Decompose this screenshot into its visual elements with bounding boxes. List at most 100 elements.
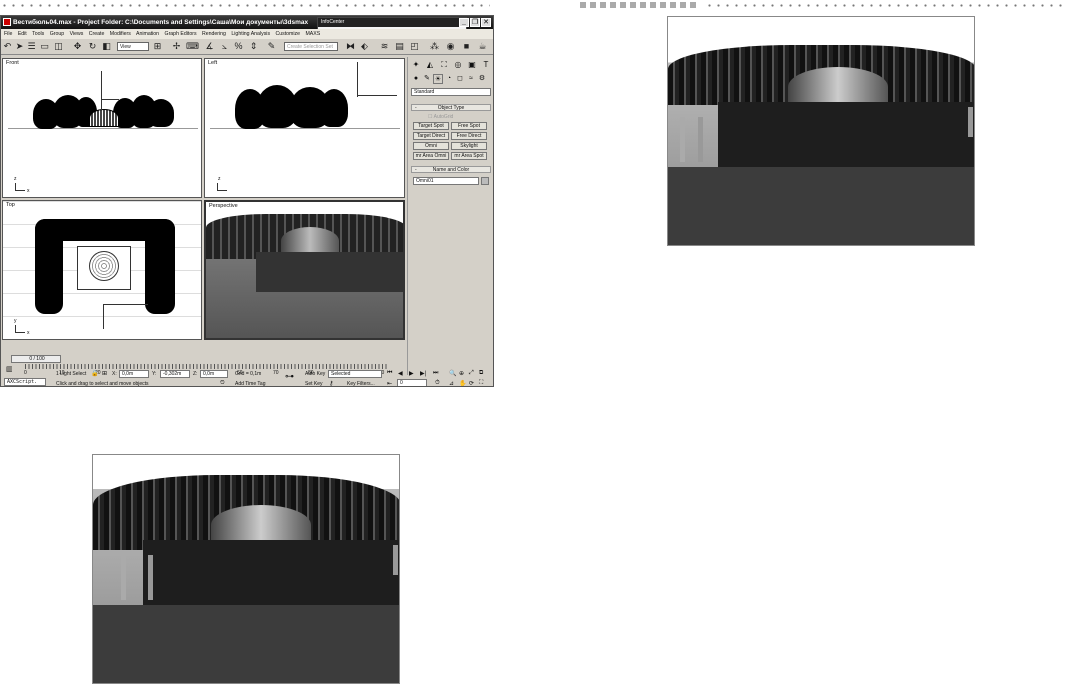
geometry-icon[interactable]: ● xyxy=(411,74,421,84)
manipulate-icon[interactable]: ✢ xyxy=(171,41,182,52)
field-of-view-icon[interactable]: ⊿ xyxy=(449,380,454,386)
mr-area-spot-button[interactable]: mr Area Spot xyxy=(451,152,487,160)
zoom-extents-icon[interactable]: ⤢ xyxy=(469,370,474,377)
menu-lighting-analysis[interactable]: Lighting Analysis xyxy=(231,31,270,37)
menu-create[interactable]: Create xyxy=(89,31,105,37)
zoom-icon[interactable]: 🔍 xyxy=(449,370,456,377)
next-frame-icon[interactable]: ▶| xyxy=(420,370,426,377)
current-frame-field[interactable]: 0 xyxy=(397,379,427,386)
modify-tab-icon[interactable]: ◭ xyxy=(424,59,436,71)
lights-icon[interactable]: ☀ xyxy=(433,74,443,84)
omni-button[interactable]: Omni xyxy=(413,142,449,150)
viewport-left[interactable]: Left z xyxy=(204,58,405,198)
time-tag-icon[interactable]: ⏲ xyxy=(220,380,225,386)
utilities-tab-icon[interactable]: T xyxy=(480,59,492,71)
menu-file[interactable]: File xyxy=(4,31,12,37)
pivot-center-icon[interactable]: ⊞ xyxy=(152,41,163,52)
menu-maxscript[interactable]: MAXS xyxy=(305,31,320,37)
restore-button[interactable]: ❐ xyxy=(470,18,480,27)
shapes-icon[interactable]: ✎ xyxy=(422,74,432,84)
menu-group[interactable]: Group xyxy=(50,31,64,37)
curve-editor-icon[interactable]: ◰ xyxy=(409,41,420,52)
go-to-end-icon[interactable]: ⏭ xyxy=(433,370,438,377)
free-spot-button[interactable]: Free Spot xyxy=(451,122,487,130)
menu-modifiers[interactable]: Modifiers xyxy=(110,31,131,37)
key-filters-button[interactable]: Key Filters... xyxy=(347,381,375,386)
play-icon[interactable]: ▶ xyxy=(409,370,414,377)
rotate-icon[interactable]: ↻ xyxy=(87,41,98,52)
name-color-rollout[interactable]: - Name and Color xyxy=(411,166,491,173)
orbit-icon[interactable]: ⟳ xyxy=(469,380,474,386)
undo-icon[interactable]: ↶ xyxy=(2,41,13,52)
lock-icon[interactable]: 🔒 xyxy=(91,370,98,377)
menu-customize[interactable]: Customize xyxy=(276,31,301,37)
create-tab-icon[interactable]: ✦ xyxy=(410,59,422,71)
mini-curve-editor-icon[interactable]: ▥ xyxy=(6,365,13,373)
menu-edit[interactable]: Edit xyxy=(18,31,27,37)
autogrid-checkbox[interactable]: ☐ AutoGrid xyxy=(428,114,453,120)
absolute-mode-icon[interactable]: ⊞ xyxy=(102,370,107,377)
angle-snap-icon[interactable]: ⦣ xyxy=(219,41,230,52)
viewport-front[interactable]: Front z x xyxy=(2,58,202,198)
time-config-icon[interactable]: ⏱ xyxy=(435,380,440,386)
category-dropdown[interactable]: Standard xyxy=(411,88,491,96)
object-name-field[interactable]: Omni01 xyxy=(413,177,479,185)
reference-coordinate-select[interactable]: View xyxy=(117,42,149,51)
key-mode-icon[interactable]: ⇤ xyxy=(387,380,392,386)
motion-tab-icon[interactable]: ◎ xyxy=(452,59,464,71)
helpers-icon[interactable]: ◻ xyxy=(455,74,465,84)
zoom-all-icon[interactable]: ⊕ xyxy=(459,370,464,377)
set-key-icon[interactable]: ⊶ xyxy=(285,371,294,382)
maximize-viewport-icon[interactable]: ⛶ xyxy=(479,380,483,386)
menu-animation[interactable]: Animation xyxy=(136,31,159,37)
space-warps-icon[interactable]: ≈ xyxy=(466,74,476,84)
zoom-extents-all-icon[interactable]: ⧉ xyxy=(479,370,483,377)
target-direct-button[interactable]: Target Direct xyxy=(413,132,449,140)
hierarchy-tab-icon[interactable]: ⛶ xyxy=(438,59,450,71)
add-time-tag[interactable]: Add Time Tag xyxy=(235,381,265,386)
schematic-view-icon[interactable]: ⁂ xyxy=(429,41,440,52)
scale-icon[interactable]: ◧ xyxy=(101,41,112,52)
cameras-icon[interactable]: ◔ xyxy=(444,74,454,84)
edit-named-selection-icon[interactable]: ✎ xyxy=(266,41,277,52)
skylight-button[interactable]: Skylight xyxy=(451,142,487,150)
percent-snap-icon[interactable]: % xyxy=(233,41,244,52)
snaps-toggle-icon[interactable]: ∡ xyxy=(204,41,215,52)
menu-views[interactable]: Views xyxy=(70,31,84,37)
key-icon[interactable]: ⚷ xyxy=(329,380,333,386)
viewport-top[interactable]: Top y x xyxy=(2,200,202,340)
mirror-icon[interactable]: ⧓ xyxy=(345,41,356,52)
move-icon[interactable]: ✥ xyxy=(72,41,83,52)
previous-frame-icon[interactable]: ◀ xyxy=(398,370,403,377)
spinner-snap-icon[interactable]: ⇕ xyxy=(248,41,259,52)
ribbon-icon[interactable]: ▤ xyxy=(394,41,405,52)
systems-icon[interactable]: ⚙ xyxy=(477,74,487,84)
y-coordinate-field[interactable]: -0,302m xyxy=(160,370,190,378)
menu-rendering[interactable]: Rendering xyxy=(202,31,226,37)
layer-manager-icon[interactable]: ≋ xyxy=(379,41,390,52)
auto-key-button[interactable]: Auto Key xyxy=(305,371,325,377)
window-crossing-icon[interactable]: ◫ xyxy=(53,41,64,52)
object-type-rollout[interactable]: - Object Type xyxy=(411,104,491,111)
display-tab-icon[interactable]: ▣ xyxy=(466,59,478,71)
time-slider-track[interactable]: 0 / 100 xyxy=(1,355,407,363)
maxscript-listener[interactable]: AXCScript. xyxy=(4,378,46,386)
object-color-swatch[interactable] xyxy=(481,177,489,185)
named-selection-set-select[interactable]: Create Selection Set xyxy=(284,42,338,51)
align-icon[interactable]: ⬖ xyxy=(359,41,370,52)
free-direct-button[interactable]: Free Direct xyxy=(451,132,487,140)
key-mode-select[interactable]: Selected xyxy=(328,370,382,378)
rectangle-selection-icon[interactable]: ▭ xyxy=(39,41,50,52)
viewport-perspective[interactable]: Perspective xyxy=(204,200,405,340)
select-object-icon[interactable]: ➤ xyxy=(14,41,25,52)
menu-tools[interactable]: Tools xyxy=(32,31,44,37)
x-coordinate-field[interactable]: 0,0m xyxy=(119,370,149,378)
render-icon[interactable]: ☕ xyxy=(477,41,488,52)
select-by-name-icon[interactable]: ☰ xyxy=(26,41,37,52)
material-editor-icon[interactable]: ◉ xyxy=(445,41,456,52)
mr-area-omni-button[interactable]: mr Area Omni xyxy=(413,152,449,160)
target-spot-button[interactable]: Target Spot xyxy=(413,122,449,130)
close-button[interactable]: ✕ xyxy=(481,18,491,27)
go-to-start-icon[interactable]: ⏮ xyxy=(387,370,392,377)
minimize-button[interactable]: _ xyxy=(459,18,469,27)
